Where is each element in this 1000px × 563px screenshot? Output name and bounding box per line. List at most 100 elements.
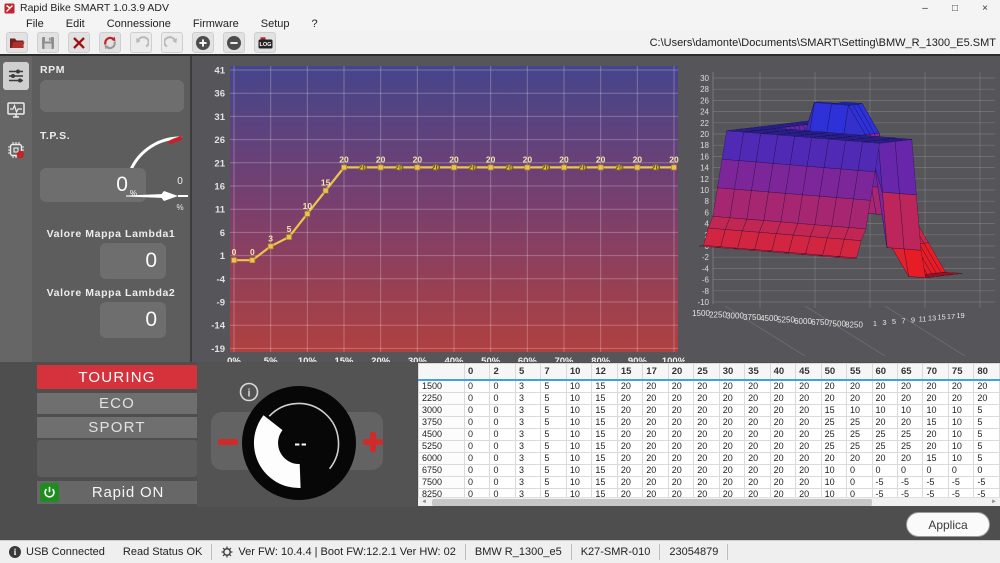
map-point[interactable] [287, 235, 292, 240]
menu-setup[interactable]: Setup [261, 18, 290, 30]
map-cell[interactable]: 20 [617, 452, 642, 464]
tps-column-header[interactable]: 30 [719, 364, 744, 380]
map-cell[interactable]: 20 [821, 392, 846, 404]
map-point[interactable] [452, 165, 457, 170]
map-cell[interactable]: 0 [847, 464, 872, 476]
map-cell[interactable]: 20 [745, 380, 770, 393]
map-cell[interactable]: 20 [847, 392, 872, 404]
map-point[interactable] [378, 165, 383, 170]
map-cell[interactable]: 15 [592, 404, 617, 416]
tps-column-header[interactable]: 40 [770, 364, 795, 380]
map-cell[interactable]: 0 [872, 464, 897, 476]
rpm-row-header[interactable]: 3000 [419, 404, 465, 416]
tps-column-header[interactable]: 10 [566, 364, 591, 380]
menu-help[interactable]: ? [312, 18, 318, 30]
tps-column-header[interactable]: 2 [490, 364, 515, 380]
map-cell[interactable]: 0 [465, 464, 490, 476]
map-cell[interactable]: 20 [745, 428, 770, 440]
mode-button-sport[interactable]: SPORT [37, 417, 197, 438]
map-cell[interactable]: 5 [974, 404, 1000, 416]
sync-maps-button[interactable] [99, 32, 121, 53]
map-cell[interactable]: 10 [566, 476, 591, 488]
map-cell[interactable]: 25 [847, 416, 872, 428]
map-cell[interactable]: 20 [847, 452, 872, 464]
map-cell[interactable]: 20 [974, 380, 1000, 393]
map-cell[interactable]: 25 [821, 440, 846, 452]
map-cell[interactable]: 20 [974, 392, 1000, 404]
tps-needle-slider[interactable]: 0 % [126, 174, 190, 212]
map-point[interactable] [635, 165, 640, 170]
map-cell[interactable]: -5 [948, 476, 973, 488]
map-cell[interactable]: 20 [643, 392, 668, 404]
map-cell[interactable]: 20 [770, 464, 795, 476]
map-cell[interactable]: -5 [974, 476, 1000, 488]
scrollbar-thumb[interactable] [432, 499, 872, 506]
tps-column-header[interactable]: 75 [948, 364, 973, 380]
map-cell[interactable]: 25 [847, 440, 872, 452]
map-cell[interactable]: 20 [668, 380, 693, 393]
map-cell[interactable]: 25 [821, 416, 846, 428]
map-cell[interactable]: 5 [541, 464, 566, 476]
map-cell[interactable]: 20 [948, 380, 973, 393]
map-cell[interactable]: 0 [923, 464, 948, 476]
delete-map-button[interactable] [68, 32, 90, 53]
zoom-out-button[interactable] [223, 32, 245, 53]
map-cell[interactable]: 0 [490, 416, 515, 428]
tps-column-header[interactable]: 65 [897, 364, 922, 380]
map-cell[interactable]: 20 [796, 416, 821, 428]
map-cell[interactable]: 0 [490, 428, 515, 440]
map-cell[interactable]: 20 [719, 416, 744, 428]
map-cell[interactable]: 5 [541, 476, 566, 488]
map-cell[interactable]: 20 [694, 440, 719, 452]
map-cell[interactable]: 0 [897, 464, 922, 476]
map-cell[interactable]: 20 [643, 404, 668, 416]
map-cell[interactable]: 0 [490, 404, 515, 416]
map-cell[interactable]: 20 [719, 404, 744, 416]
map-point[interactable] [488, 165, 493, 170]
map-cell[interactable]: 20 [770, 380, 795, 393]
open-file-button[interactable] [6, 32, 28, 53]
scroll-left-arrow[interactable]: ◄ [418, 498, 430, 506]
scroll-right-arrow[interactable]: ► [988, 498, 1000, 506]
map-cell[interactable]: 0 [465, 476, 490, 488]
tps-column-header[interactable]: 25 [694, 364, 719, 380]
map-cell[interactable]: 20 [745, 440, 770, 452]
map-cell[interactable]: 20 [923, 380, 948, 393]
map-cell[interactable]: 20 [745, 464, 770, 476]
map-cell[interactable]: 15 [592, 440, 617, 452]
map-cell[interactable]: 10 [948, 428, 973, 440]
map-cell[interactable]: 20 [745, 392, 770, 404]
map-cell[interactable]: 20 [617, 380, 642, 393]
map-cell[interactable]: 5 [541, 428, 566, 440]
map-point[interactable] [415, 165, 420, 170]
tps-column-header[interactable]: 55 [847, 364, 872, 380]
map-cell[interactable]: 10 [566, 464, 591, 476]
map-cell[interactable]: 20 [643, 380, 668, 393]
tps-column-header[interactable]: 20 [668, 364, 693, 380]
map-cell[interactable]: 0 [465, 416, 490, 428]
map-cell[interactable]: 0 [490, 476, 515, 488]
map-cell[interactable]: 10 [923, 404, 948, 416]
map-cell[interactable]: 20 [770, 476, 795, 488]
nav-tab-settings[interactable] [3, 62, 29, 90]
tps-column-header[interactable]: 7 [541, 364, 566, 380]
map-cell[interactable]: 10 [566, 440, 591, 452]
map-cell[interactable]: 20 [719, 464, 744, 476]
map-cell[interactable]: 20 [617, 476, 642, 488]
map-cell[interactable]: 20 [796, 452, 821, 464]
map-cell[interactable]: 5 [541, 392, 566, 404]
map-point[interactable] [598, 165, 603, 170]
map-cell[interactable]: -5 [872, 476, 897, 488]
map-cell[interactable]: 5 [541, 380, 566, 393]
mode-button-touring[interactable]: TOURING [37, 365, 197, 389]
map-cell[interactable]: 20 [617, 416, 642, 428]
map-cell[interactable]: 10 [566, 392, 591, 404]
map-cell[interactable]: 20 [770, 452, 795, 464]
map-cell[interactable]: 20 [694, 404, 719, 416]
map-cell[interactable]: 15 [592, 416, 617, 428]
map-cell[interactable]: 25 [847, 428, 872, 440]
map-cell[interactable]: 15 [923, 416, 948, 428]
map-cell[interactable]: 0 [490, 392, 515, 404]
save-file-button[interactable] [37, 32, 59, 53]
map-cell[interactable]: 20 [694, 452, 719, 464]
